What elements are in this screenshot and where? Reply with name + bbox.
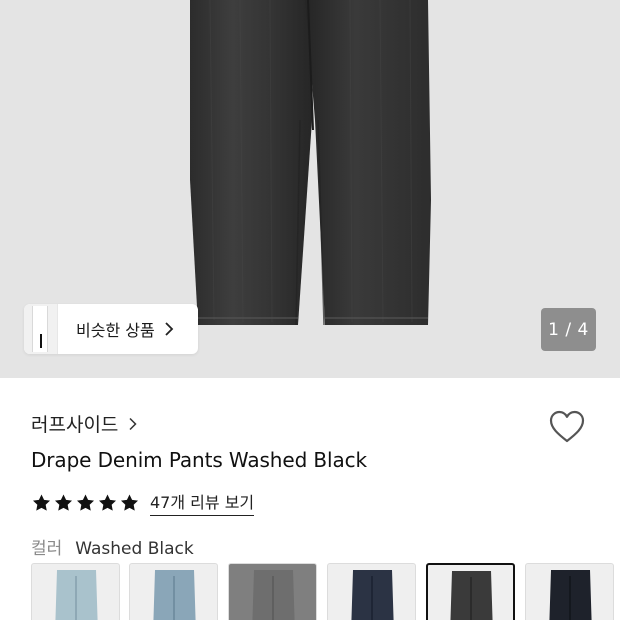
color-swatch[interactable] (525, 563, 614, 620)
swatch-image (450, 571, 493, 620)
selected-color-value: Washed Black (75, 539, 194, 559)
color-swatch-selected[interactable] (426, 563, 515, 620)
image-page-counter: 1 / 4 (541, 308, 596, 351)
swatch-image (153, 570, 196, 620)
swatch-image (351, 570, 394, 620)
product-image-carousel[interactable]: 비슷한 상품 1 / 4 (0, 0, 620, 378)
product-title: Drape Denim Pants Washed Black (31, 448, 368, 472)
color-option-row: 컬러 Washed Black (31, 534, 194, 559)
color-swatch[interactable] (129, 563, 218, 620)
heart-outline-icon[interactable] (548, 409, 586, 445)
brand-link[interactable]: 러프사이드 (31, 410, 138, 437)
similar-product-thumbnail (24, 304, 58, 354)
color-swatch[interactable] (327, 563, 416, 620)
star-filled-icon (55, 494, 72, 511)
swatch-image (55, 570, 98, 620)
star-filled-icon (77, 494, 94, 511)
swatch-image (549, 570, 592, 620)
chevron-right-icon (129, 417, 137, 430)
color-swatch[interactable] (228, 563, 317, 620)
swatch-image (252, 570, 295, 620)
star-filled-icon (99, 494, 116, 511)
brand-name: 러프사이드 (31, 414, 119, 436)
similar-products-button[interactable]: 비슷한 상품 (24, 304, 198, 354)
similar-products-label: 비슷한 상품 (76, 321, 155, 340)
color-swatch[interactable] (31, 563, 120, 620)
chevron-right-icon (165, 322, 173, 336)
reviews-link[interactable]: 47개 리뷰 보기 (150, 489, 255, 516)
rating-row: 47개 리뷰 보기 (31, 489, 255, 516)
color-swatch-list (31, 563, 620, 620)
star-filled-icon (121, 494, 138, 511)
star-filled-icon (33, 494, 50, 511)
color-option-label: 컬러 (31, 539, 63, 559)
rating-stars (31, 493, 141, 513)
